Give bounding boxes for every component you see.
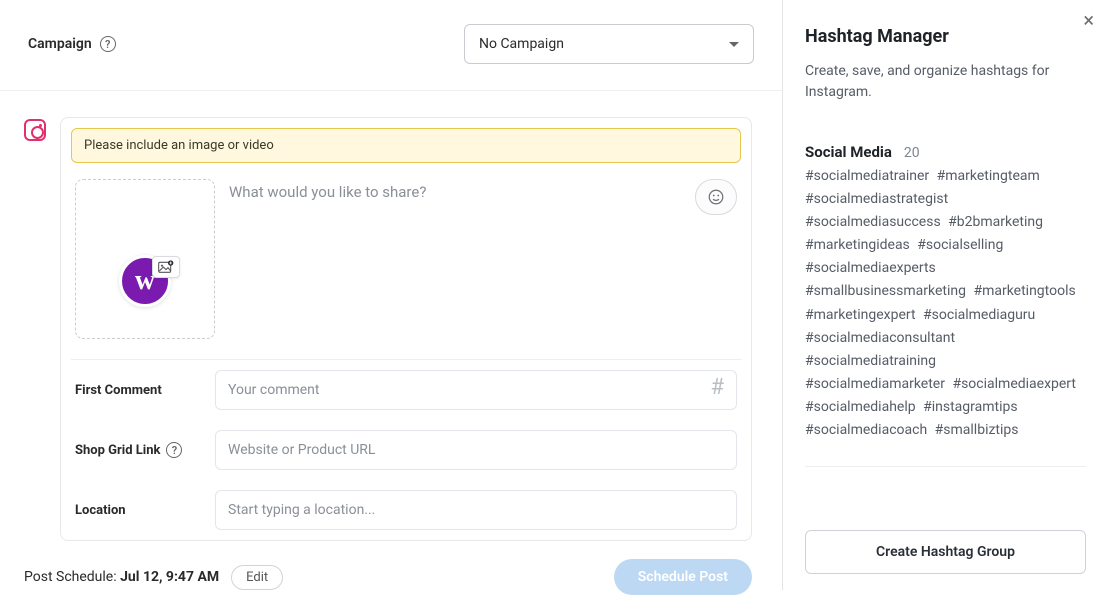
hashtag-item: #smallbiztips <box>935 422 1019 438</box>
campaign-select[interactable]: No Campaign <box>464 24 754 64</box>
smiley-icon <box>707 188 725 206</box>
location-row: Location Start typing a location... <box>71 480 741 540</box>
hashtag-item: #socialmediamarketer <box>805 376 945 392</box>
hashtag-item: #b2bmarketing <box>948 214 1043 230</box>
compose-row: Please include an image or video w <box>0 91 782 541</box>
hashtag-item: #marketingteam <box>937 168 1040 184</box>
panel-title: Hashtag Manager <box>805 26 1086 47</box>
location-label: Location <box>75 503 205 518</box>
hashtag-item: #socialmediaguru <box>923 307 1035 323</box>
hashtag-item: #socialmediatraining <box>805 353 936 369</box>
chevron-down-icon <box>729 42 739 47</box>
shop-grid-label-text: Shop Grid Link <box>75 443 160 458</box>
hashtag-item: #socialmediacoach <box>805 422 927 438</box>
add-media-button[interactable] <box>152 256 180 278</box>
shop-grid-row: Shop Grid Link ? Website or Product URL <box>71 420 741 480</box>
caption-area[interactable]: What would you like to share? <box>229 179 737 339</box>
hashtag-item: #socialmediaexpert <box>952 376 1076 392</box>
hashtag-item: #marketingideas <box>805 237 910 253</box>
edit-schedule-button[interactable]: Edit <box>231 565 283 590</box>
fields-block: First Comment Your comment # Shop Grid L… <box>71 359 741 540</box>
panel-subtitle: Create, save, and organize hashtags for … <box>805 61 1086 103</box>
hashtag-list: #socialmediatrainer #marketingteam #soci… <box>805 165 1086 442</box>
media-warning: Please include an image or video <box>71 128 741 163</box>
media-warning-text: Please include an image or video <box>84 138 274 153</box>
hashtag-item: #socialselling <box>917 237 1003 253</box>
schedule-text: Post Schedule: Jul 12, 9:47 AM <box>24 569 219 585</box>
caption-placeholder: What would you like to share? <box>229 179 737 201</box>
hashtag-group-name: Social Media <box>805 143 892 161</box>
first-comment-placeholder: Your comment <box>228 382 320 398</box>
composer-panel: Campaign ? No Campaign Please include an… <box>0 0 783 590</box>
hashtag-item: #socialmediaconsultant <box>805 330 955 346</box>
campaign-label: Campaign ? <box>28 36 116 52</box>
hashtag-item: #smallbusinessmarketing <box>805 283 966 299</box>
schedule-prefix: Post Schedule: <box>24 569 120 585</box>
campaign-selected-value: No Campaign <box>479 36 564 52</box>
schedule-time: Jul 12, 9:47 AM <box>120 569 219 585</box>
hashtag-item: #socialmediatrainer <box>805 168 929 184</box>
compose-card: Please include an image or video w <box>60 117 752 541</box>
shop-grid-placeholder: Website or Product URL <box>228 442 375 458</box>
first-comment-row: First Comment Your comment # <box>71 360 741 420</box>
create-hashtag-group-button[interactable]: Create Hashtag Group <box>805 530 1086 574</box>
hashtag-item: #socialmediahelp <box>805 399 916 415</box>
instagram-icon <box>24 119 46 141</box>
campaign-label-text: Campaign <box>28 36 92 52</box>
hashtag-item: #socialmediaexperts <box>805 260 936 276</box>
footer-bar: Post Schedule: Jul 12, 9:47 AM Edit Sche… <box>0 541 782 595</box>
hashtag-item: #instagramtips <box>923 399 1017 415</box>
hashtag-manager-panel: × Hashtag Manager Create, save, and orga… <box>783 0 1108 590</box>
close-icon[interactable]: × <box>1083 8 1094 32</box>
location-placeholder: Start typing a location... <box>228 502 375 518</box>
compose-body: w What would you like to share? <box>71 175 741 359</box>
help-icon[interactable]: ? <box>166 442 182 458</box>
shop-grid-label: Shop Grid Link ? <box>75 442 205 458</box>
hashtag-item: #marketingtools <box>973 283 1075 299</box>
hashtag-group-header[interactable]: Social Media 20 <box>805 143 1086 161</box>
media-dropzone[interactable]: w <box>75 179 215 339</box>
first-comment-label: First Comment <box>75 383 205 398</box>
help-icon[interactable]: ? <box>100 36 116 52</box>
hashtag-group-count: 20 <box>904 145 920 161</box>
hashtag-icon[interactable]: # <box>710 375 724 400</box>
panel-footer: Create Hashtag Group <box>805 516 1086 574</box>
hashtag-item: #socialmediasuccess <box>805 214 941 230</box>
hashtag-item: #marketingexpert <box>805 307 916 323</box>
shop-grid-input[interactable]: Website or Product URL <box>215 430 737 470</box>
location-input[interactable]: Start typing a location... <box>215 490 737 530</box>
image-plus-icon <box>158 260 174 274</box>
first-comment-input[interactable]: Your comment # <box>215 370 737 410</box>
group-divider <box>805 466 1086 467</box>
hashtag-item: #socialmediastrategist <box>805 191 948 207</box>
emoji-button[interactable] <box>695 179 737 215</box>
campaign-bar: Campaign ? No Campaign <box>0 0 782 91</box>
